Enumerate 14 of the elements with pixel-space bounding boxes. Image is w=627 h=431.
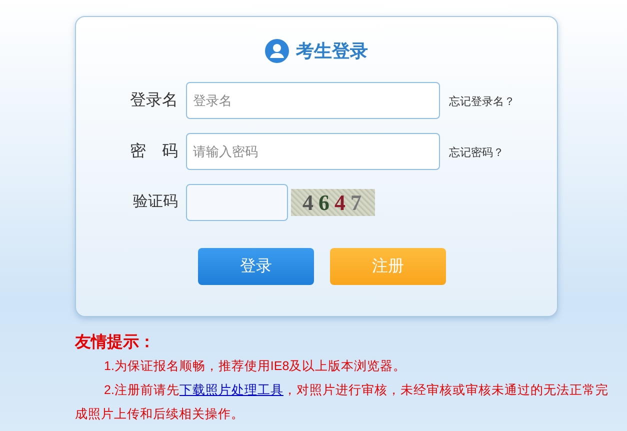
notice-text: 1.为保证报名顺畅，推荐使用IE8及以上版本浏览器。	[103, 358, 408, 375]
notice-text: 2.注册前请先下载照片处理工具，对照片进行审核，未经审核或审核未通过的无法正常完成照片上传和后续相关操作。	[75, 382, 610, 423]
forgot-link[interactable]: 忘记密码？	[449, 145, 504, 162]
field-label: 密 码	[129, 142, 179, 162]
notice-heading: 友情提示：	[75, 332, 156, 353]
login-title: 考生登录	[296, 40, 368, 62]
input-field[interactable]: 请输入密码	[186, 133, 440, 170]
field-label: 登录名	[129, 90, 179, 110]
user-icon	[265, 39, 289, 63]
field-label: 验证码	[132, 192, 179, 212]
captcha-field[interactable]	[186, 184, 288, 221]
download-link[interactable]: 下载照片处理工具	[179, 383, 284, 397]
input-field[interactable]: 登录名	[186, 82, 440, 119]
forgot-link[interactable]: 忘记登录名？	[449, 94, 515, 111]
